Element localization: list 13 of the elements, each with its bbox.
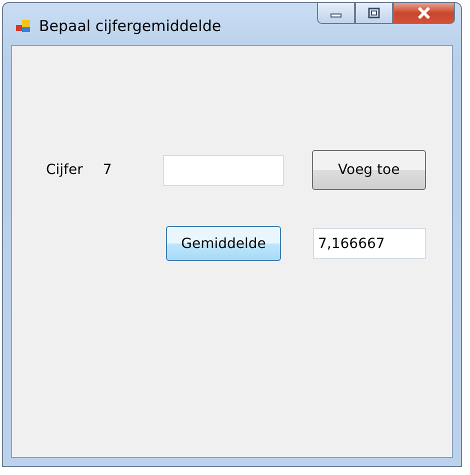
grade-label: Cijfer [46, 162, 83, 178]
minimize-button[interactable] [317, 2, 355, 24]
average-button[interactable]: Gemiddelde [166, 226, 281, 261]
app-icon [15, 18, 31, 34]
close-icon [416, 7, 432, 19]
grade-value: 7 [102, 162, 113, 178]
close-button[interactable] [393, 2, 455, 24]
window-title: Bepaal cijfergemiddelde [39, 17, 222, 35]
average-output-field[interactable]: 7,166667 [313, 228, 426, 259]
grade-input-field[interactable] [162, 154, 284, 186]
add-button[interactable]: Voeg toe [312, 150, 426, 190]
maximize-button[interactable] [355, 2, 393, 24]
maximize-icon [367, 7, 381, 19]
